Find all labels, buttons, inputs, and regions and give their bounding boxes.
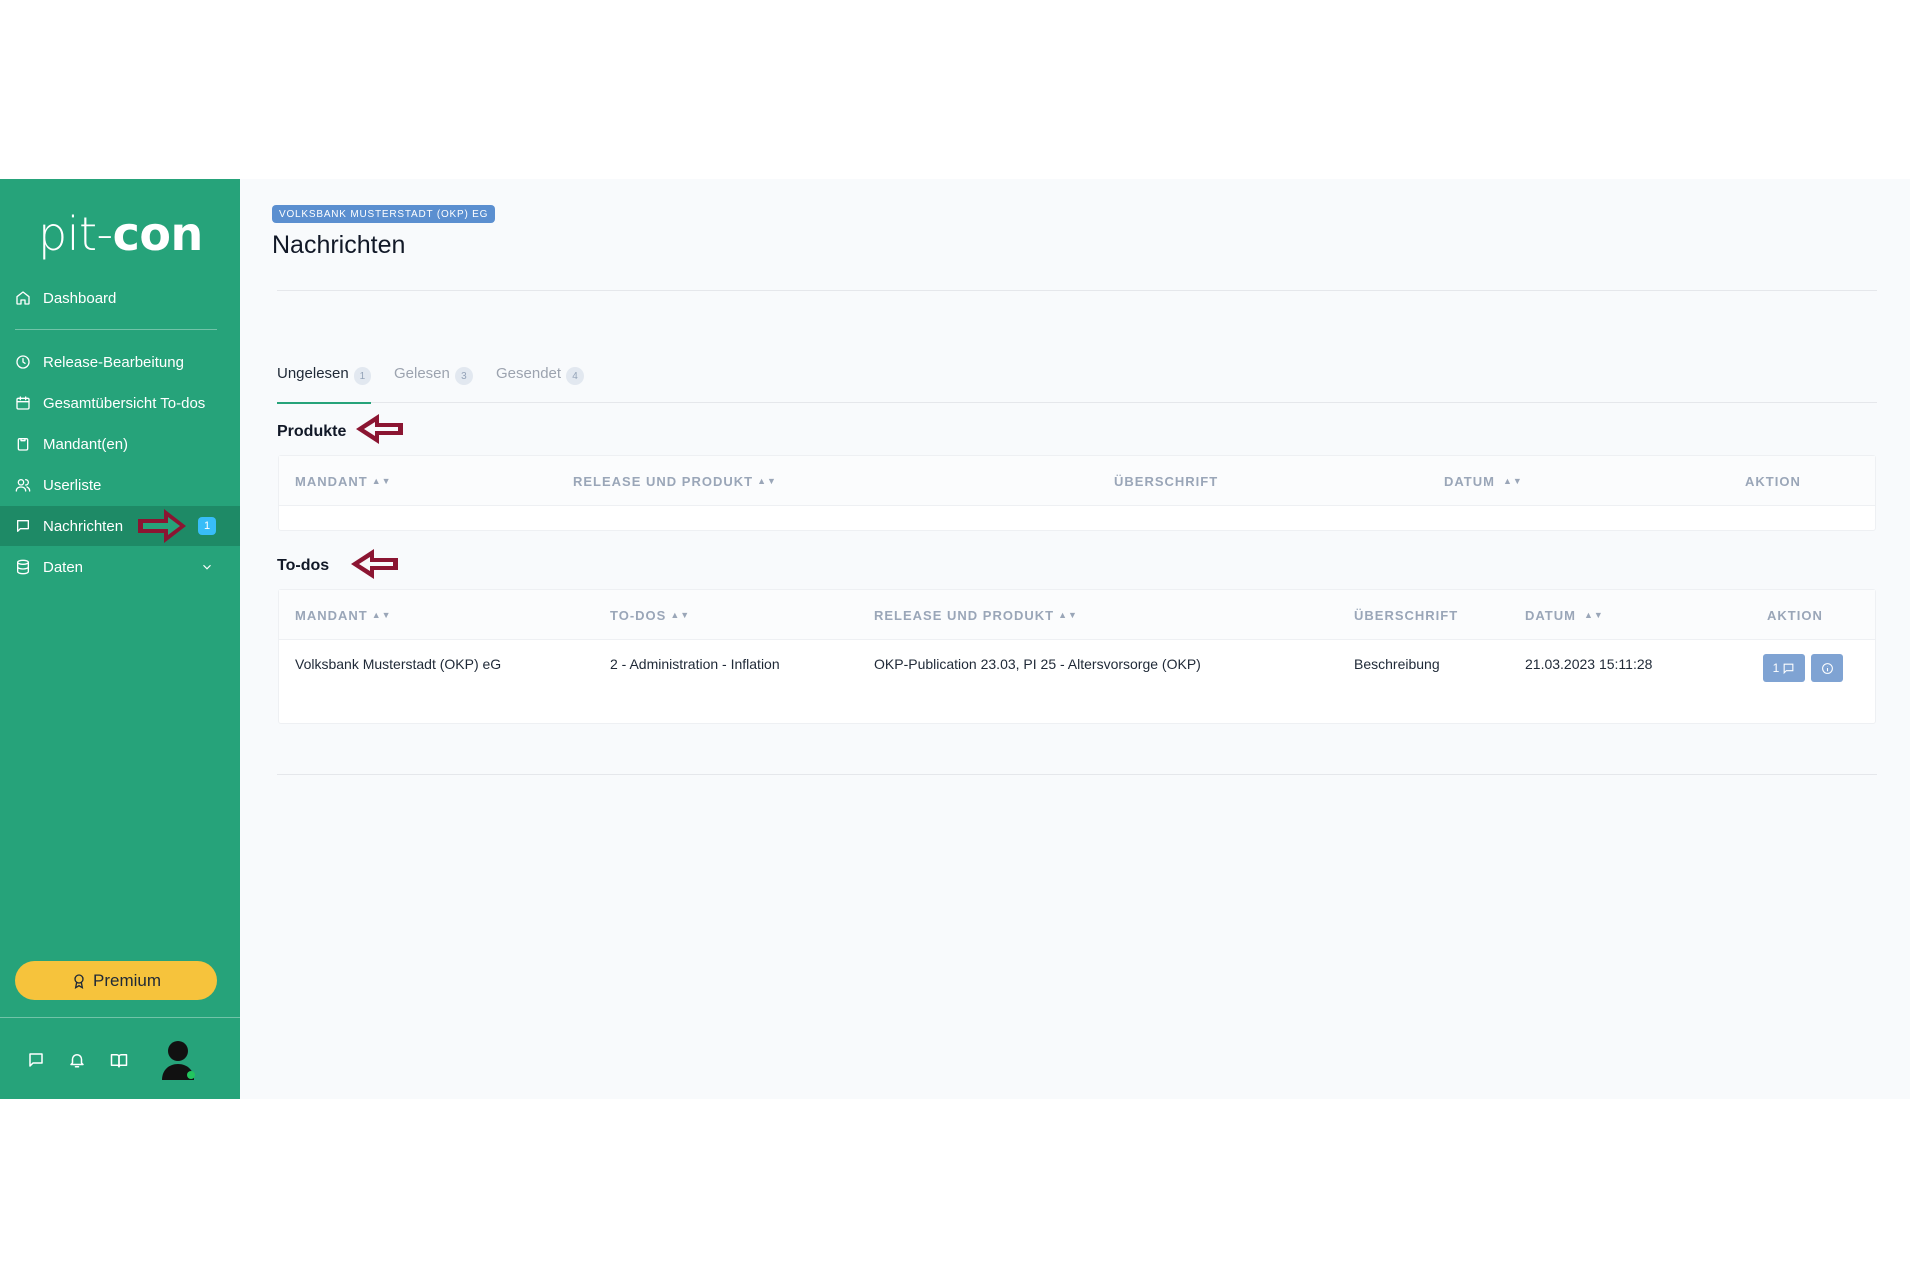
main-content: VOLKSBANK MUSTERSTADT (OKP) EG Nachricht… [240, 179, 1910, 1099]
tab-gelesen[interactable]: Gelesen 3 [394, 365, 473, 403]
column-header-mandant[interactable]: MANDANT ▲▼ [295, 590, 392, 640]
sort-icon[interactable]: ▲▼ [1584, 610, 1604, 620]
tab-count-badge: 1 [353, 367, 371, 385]
column-header-datum[interactable]: DATUM ▲▼ [1525, 590, 1604, 640]
produkte-table: MANDANT ▲▼ RELEASE UND PRODUKT ▲▼ ÜBERSCHR… [278, 455, 1876, 531]
table-header: MANDANT ▲▼ RELEASE UND PRODUKT ▲▼ ÜBERSCHR… [279, 456, 1875, 506]
sidebar-item-userliste[interactable]: Userliste [0, 465, 240, 505]
cell-release: OKP-Publication 23.03, PI 25 - Altersvor… [874, 656, 1201, 672]
sidebar-bottom-divider [0, 1017, 240, 1018]
sidebar-item-dashboard[interactable]: Dashboard [0, 278, 240, 318]
sidebar-item-label: Daten [43, 558, 84, 576]
annotation-arrow-right-icon [138, 509, 186, 543]
section-title-todos: To-dos [277, 557, 330, 574]
sidebar-item-label: Dashboard [43, 289, 117, 307]
award-icon [74, 973, 84, 989]
column-header-release[interactable]: RELEASE UND PRODUKT ▲▼ [573, 456, 777, 506]
chat-icon[interactable] [27, 1051, 45, 1069]
cell-datum: 21.03.2023 15:11:28 [1525, 656, 1653, 672]
database-icon [15, 559, 31, 575]
sort-icon[interactable]: ▲▼ [372, 476, 392, 486]
message-icon [1783, 663, 1794, 674]
calendar-icon [15, 395, 31, 411]
column-header-mandant[interactable]: MANDANT ▲▼ [295, 456, 392, 506]
nachrichten-count-badge: 1 [198, 517, 216, 535]
column-header-aktion: AKTION [1767, 607, 1823, 623]
todos-table: MANDANT ▲▼ TO-DOS ▲▼ RELEASE UND PRODUKT ▲▼… [278, 589, 1876, 724]
cell-mandant: Volksbank Musterstadt (OKP) eG [295, 656, 502, 672]
clock-icon [15, 354, 31, 370]
annotation-arrow-left-icon [356, 414, 403, 444]
header-divider [277, 290, 1877, 291]
sidebar-item-release-bearbeitung[interactable]: Release-Bearbeitung [0, 342, 240, 382]
sidebar: pit-con Dashboard Release-Bearbeitung Ge… [0, 179, 240, 1099]
tab-count-badge: 4 [566, 367, 585, 385]
bell-icon[interactable] [68, 1051, 86, 1069]
sidebar-item-label: Mandant(en) [43, 435, 129, 453]
column-header-ueberschrift: ÜBERSCHRIFT [1114, 473, 1219, 489]
sort-icon[interactable]: ▲▼ [372, 610, 392, 620]
info-icon [1821, 662, 1833, 674]
logo: pit-con [38, 207, 203, 261]
sort-icon[interactable]: ▲▼ [1503, 476, 1523, 486]
tab-ungelesen[interactable]: Ungelesen 1 [277, 365, 371, 404]
chevron-down-icon[interactable] [200, 560, 214, 574]
sort-icon[interactable]: ▲▼ [1058, 610, 1078, 620]
reply-button[interactable]: 1 [1763, 654, 1805, 682]
content-divider [277, 774, 1877, 775]
clipboard-icon [15, 436, 31, 452]
info-button[interactable] [1811, 654, 1843, 682]
message-icon [15, 518, 31, 534]
sidebar-item-mandanten[interactable]: Mandant(en) [0, 424, 240, 464]
cell-ueberschrift: Beschreibung [1354, 656, 1440, 672]
column-header-release[interactable]: RELEASE UND PRODUKT ▲▼ [874, 590, 1078, 640]
column-header-ueberschrift: ÜBERSCHRIFT [1354, 607, 1459, 623]
sort-icon[interactable]: ▲▼ [757, 476, 777, 486]
sidebar-item-gesamtuebersicht-todos[interactable]: Gesamtübersicht To-dos [0, 383, 240, 423]
avatar[interactable] [160, 1040, 198, 1082]
sidebar-item-label: Gesamtübersicht To-dos [43, 394, 206, 412]
column-header-todos[interactable]: TO-DOS ▲▼ [610, 590, 690, 640]
cell-todo: 2 - Administration - Inflation [610, 656, 780, 672]
column-header-datum[interactable]: DATUM ▲▼ [1444, 456, 1523, 506]
message-tabs: Ungelesen 1 Gelesen 3 Gesendet 4 [277, 365, 1877, 404]
sidebar-item-label: Release-Bearbeitung [43, 353, 184, 371]
home-icon [15, 290, 31, 306]
client-badge: VOLKSBANK MUSTERSTADT (OKP) EG [272, 205, 496, 223]
annotation-arrow-left-icon [351, 549, 398, 579]
tab-gesendet[interactable]: Gesendet 4 [496, 365, 585, 403]
column-header-aktion: AKTION [1745, 473, 1801, 489]
sidebar-item-label: Nachrichten [43, 517, 124, 535]
premium-button[interactable]: Premium [15, 961, 217, 1000]
app-window: pit-con Dashboard Release-Bearbeitung Ge… [0, 179, 1910, 1099]
book-open-icon[interactable] [110, 1051, 128, 1069]
tab-count-badge: 3 [454, 367, 473, 385]
sort-icon[interactable]: ▲▼ [670, 610, 690, 620]
table-header: MANDANT ▲▼ TO-DOS ▲▼ RELEASE UND PRODUKT ▲▼… [279, 590, 1875, 640]
sidebar-item-label: Userliste [43, 476, 102, 494]
sidebar-divider [15, 329, 217, 330]
page-title: Nachrichten [272, 231, 406, 259]
users-icon [15, 477, 31, 493]
section-title-produkte: Produkte [277, 423, 347, 440]
